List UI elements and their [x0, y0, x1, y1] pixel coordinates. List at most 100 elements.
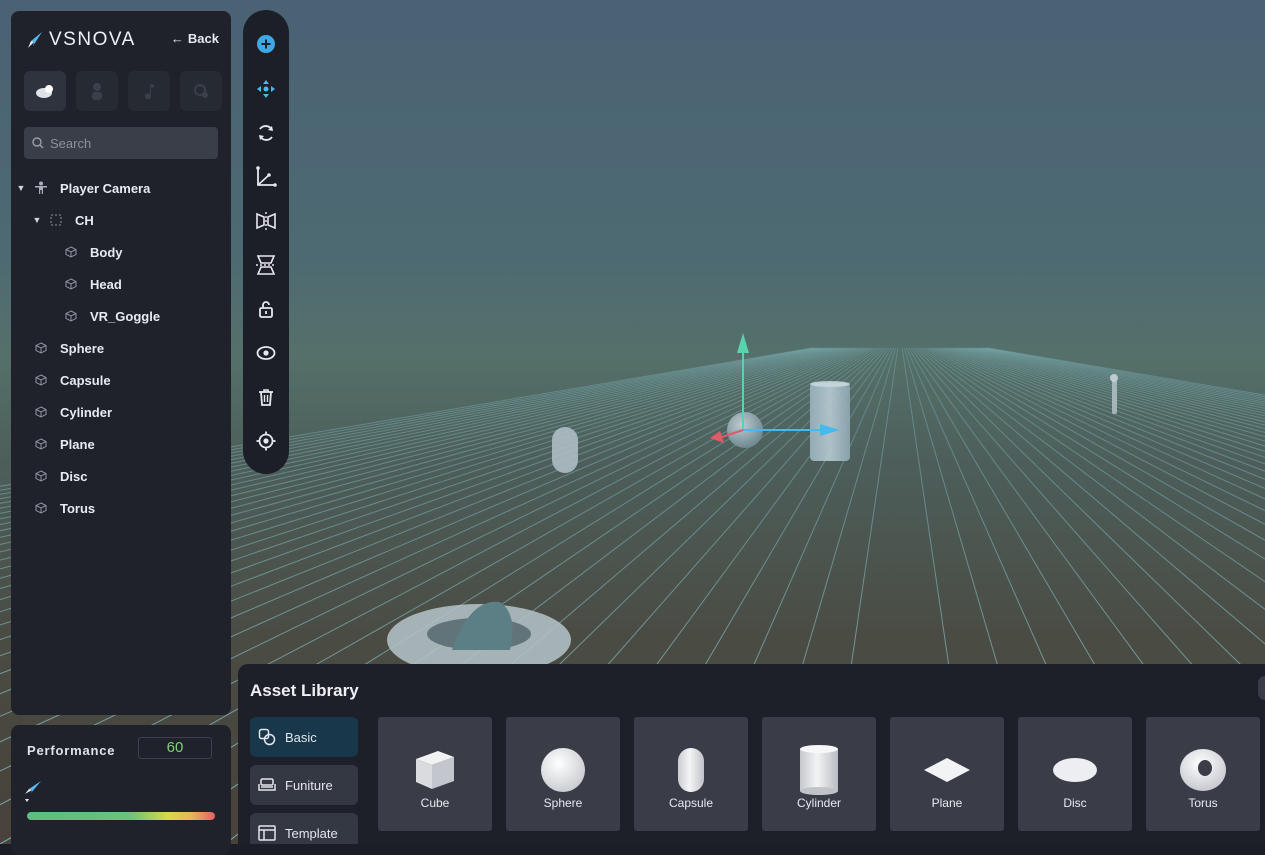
asset-library-panel: Asset Library Basic Funiture Template Cu…: [238, 664, 1265, 844]
person-figure-icon: [34, 181, 48, 195]
rotate-icon: [259, 125, 273, 141]
back-label: Back: [187, 31, 219, 46]
performance-bar: [27, 812, 215, 820]
tree-item-label: Sphere: [60, 340, 105, 356]
sofa-icon: [258, 776, 276, 794]
cube-icon: [34, 405, 48, 419]
mirror-horizontal-icon: [256, 212, 276, 230]
tab-audio[interactable]: [128, 71, 170, 111]
hierarchy-panel: VSNOVA ← Back Search ▼ Player Camera ▼ C…: [11, 11, 231, 715]
tab-settings[interactable]: [180, 71, 222, 111]
axis-icon: [256, 166, 277, 187]
tab-character[interactable]: [76, 71, 118, 111]
shapes-icon: [258, 728, 276, 746]
unlock-icon: [259, 301, 273, 318]
cube-icon: [64, 277, 78, 291]
cube-icon: [34, 469, 48, 483]
move-tool-button[interactable]: [254, 77, 278, 101]
tree-item-label: Plane: [60, 436, 95, 452]
performance-label: Performance: [27, 743, 116, 758]
axis-tool-button[interactable]: [254, 165, 278, 189]
dashed-box-icon: [49, 213, 63, 227]
asset-label: Cube: [420, 796, 450, 810]
asset-category-template[interactable]: Template: [250, 813, 358, 844]
template-icon: [258, 824, 276, 842]
mirror-vertical-button[interactable]: [254, 253, 278, 277]
cube-icon: [34, 373, 48, 387]
tree-item[interactable]: Capsule: [11, 364, 231, 396]
asset-category-funiture[interactable]: Funiture: [250, 765, 358, 805]
tree-item[interactable]: Disc: [11, 460, 231, 492]
asset-library-title: Asset Library: [250, 681, 359, 700]
cube-icon: [64, 309, 78, 323]
asset-capsule[interactable]: Capsule: [634, 717, 748, 831]
expand-caret-icon[interactable]: ▼: [31, 215, 43, 225]
tree-item[interactable]: Torus: [11, 492, 231, 524]
asset-cube[interactable]: Cube: [378, 717, 492, 831]
tree-item[interactable]: Cylinder: [11, 396, 231, 428]
tree-item[interactable]: Sphere: [11, 332, 231, 364]
arrow-left-icon: ←: [170, 31, 184, 46]
back-button[interactable]: ← Back: [171, 31, 219, 46]
asset-sphere[interactable]: Sphere: [506, 717, 620, 831]
asset-label: Cylinder: [796, 796, 841, 810]
scene-hierarchy-tree: ▼ Player Camera ▼ CH Body Head VR_Goggle Sphere…: [11, 172, 231, 524]
expand-caret-icon[interactable]: ▼: [15, 183, 27, 193]
sphere-shape-icon: [541, 748, 585, 792]
move-icon: [257, 80, 275, 98]
tree-item[interactable]: ▼ Player Camera: [11, 172, 231, 204]
torus-shape-icon: [1180, 749, 1226, 791]
tree-item-label: CH: [75, 212, 94, 228]
asset-label: Disc: [1063, 796, 1087, 810]
scene-capsule: [552, 427, 578, 473]
settings-gear-icon: [194, 84, 208, 98]
scene-cylinder: [810, 381, 850, 461]
asset-disc[interactable]: Disc: [1018, 717, 1132, 831]
panel-collapse-handle[interactable]: [1258, 676, 1265, 700]
tree-item[interactable]: Plane: [11, 428, 231, 460]
asset-category-basic[interactable]: Basic: [250, 717, 358, 757]
hierarchy-category-tabs: [24, 71, 222, 111]
tree-item-label: VR_Goggle: [90, 308, 161, 324]
focus-button[interactable]: [254, 429, 278, 453]
rotate-tool-button[interactable]: [254, 121, 278, 145]
tree-item-label: Body: [90, 244, 123, 260]
rocket-logo-icon: [28, 32, 42, 48]
visibility-toggle-button[interactable]: [254, 341, 278, 365]
search-input[interactable]: [48, 134, 212, 152]
person-icon: [92, 83, 102, 100]
asset-category-label: Funiture: [285, 777, 333, 793]
scene-player-camera: [1110, 374, 1118, 414]
tree-item-label: Cylinder: [60, 404, 113, 420]
delete-icon: [259, 389, 273, 406]
mirror-horizontal-button[interactable]: [254, 209, 278, 233]
tree-item[interactable]: Head: [11, 268, 231, 300]
music-note-icon: [145, 84, 154, 100]
search-box[interactable]: [24, 127, 218, 159]
capsule-shape-icon: [678, 748, 704, 792]
tree-item[interactable]: Body: [11, 236, 231, 268]
cube-icon: [64, 245, 78, 259]
add-icon: [257, 35, 275, 53]
tree-item-label: Player Camera: [60, 180, 151, 196]
brand-name: VSNOVA: [49, 29, 136, 50]
asset-torus[interactable]: Torus: [1146, 717, 1260, 831]
tab-environment[interactable]: [24, 71, 66, 111]
asset-cylinder[interactable]: Cylinder: [762, 717, 876, 831]
performance-panel: Performance 60: [11, 725, 231, 855]
fps-value: 60: [138, 737, 212, 759]
disc-shape-icon: [1053, 758, 1097, 782]
lock-toggle-button[interactable]: [254, 297, 278, 321]
cube-icon: [34, 437, 48, 451]
tree-item[interactable]: VR_Goggle: [11, 300, 231, 332]
asset-label: Capsule: [668, 796, 714, 810]
brand-logo: VSNOVA: [27, 29, 136, 51]
tree-item-label: Head: [90, 276, 122, 292]
delete-button[interactable]: [254, 385, 278, 409]
tree-item[interactable]: ▼ CH: [11, 204, 231, 236]
add-button[interactable]: [254, 32, 278, 56]
asset-label: Sphere: [543, 796, 583, 810]
plane-shape-icon: [924, 758, 970, 782]
cube-shape-icon: [416, 751, 454, 789]
asset-plane[interactable]: Plane: [890, 717, 1004, 831]
